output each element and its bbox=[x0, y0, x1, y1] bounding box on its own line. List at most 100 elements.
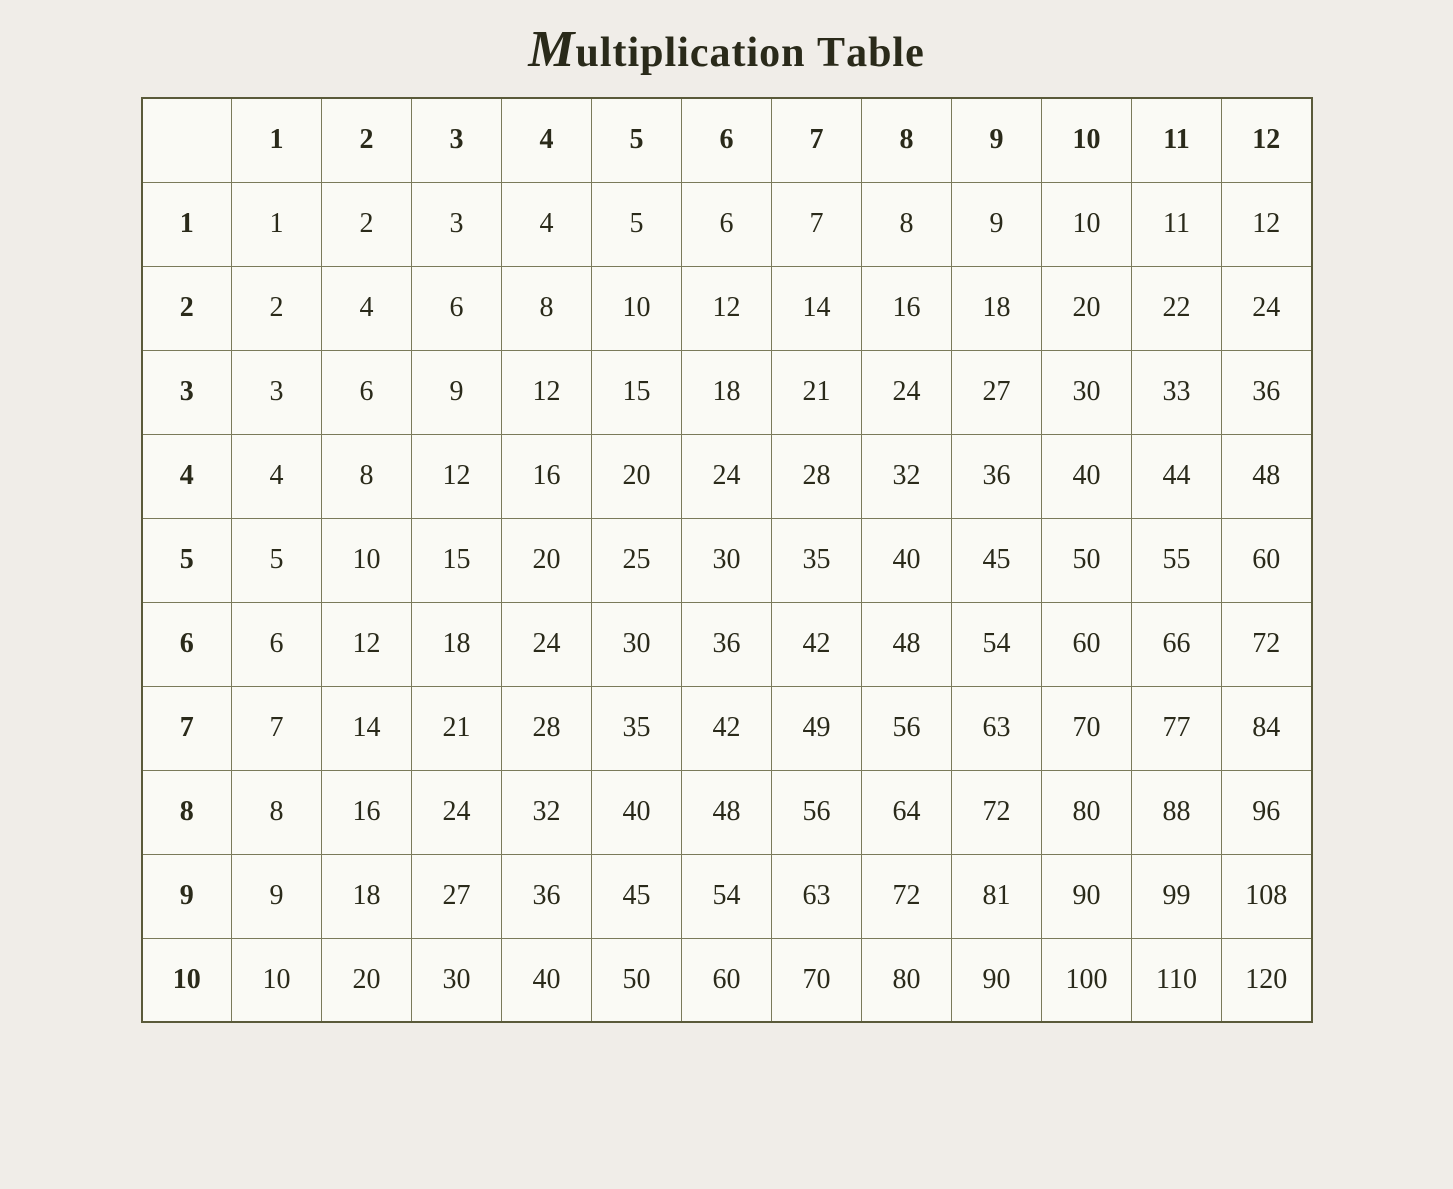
table-cell: 6 bbox=[412, 266, 502, 350]
table-cell: 15 bbox=[412, 518, 502, 602]
table-cell: 15 bbox=[592, 350, 682, 434]
table-cell: 32 bbox=[862, 434, 952, 518]
table-cell: 36 bbox=[502, 854, 592, 938]
table-cell: 4 bbox=[232, 434, 322, 518]
table-cell: 12 bbox=[412, 434, 502, 518]
table-cell: 48 bbox=[682, 770, 772, 854]
corner-cell bbox=[142, 98, 232, 182]
table-cell: 54 bbox=[682, 854, 772, 938]
table-cell: 77 bbox=[1132, 686, 1222, 770]
table-cell: 35 bbox=[772, 518, 862, 602]
col-header-2: 2 bbox=[322, 98, 412, 182]
table-row: 44812162024283236404448 bbox=[142, 434, 1312, 518]
table-cell: 100 bbox=[1042, 938, 1132, 1022]
col-header-12: 12 bbox=[1222, 98, 1312, 182]
table-row: 551015202530354045505560 bbox=[142, 518, 1312, 602]
table-cell: 80 bbox=[1042, 770, 1132, 854]
table-row: 1123456789101112 bbox=[142, 182, 1312, 266]
table-cell: 8 bbox=[232, 770, 322, 854]
col-header-11: 11 bbox=[1132, 98, 1222, 182]
table-cell: 14 bbox=[322, 686, 412, 770]
table-cell: 27 bbox=[412, 854, 502, 938]
table-cell: 108 bbox=[1222, 854, 1312, 938]
table-cell: 56 bbox=[862, 686, 952, 770]
table-cell: 45 bbox=[952, 518, 1042, 602]
col-header-3: 3 bbox=[412, 98, 502, 182]
table-cell: 110 bbox=[1132, 938, 1222, 1022]
row-header-7: 7 bbox=[142, 686, 232, 770]
table-cell: 42 bbox=[682, 686, 772, 770]
table-cell: 45 bbox=[592, 854, 682, 938]
table-cell: 40 bbox=[1042, 434, 1132, 518]
table-cell: 60 bbox=[1042, 602, 1132, 686]
table-cell: 30 bbox=[1042, 350, 1132, 434]
table-cell: 28 bbox=[772, 434, 862, 518]
table-row: 10102030405060708090100110120 bbox=[142, 938, 1312, 1022]
table-cell: 30 bbox=[682, 518, 772, 602]
table-cell: 12 bbox=[322, 602, 412, 686]
row-header-4: 4 bbox=[142, 434, 232, 518]
table-cell: 2 bbox=[322, 182, 412, 266]
table-cell: 63 bbox=[772, 854, 862, 938]
table-cell: 12 bbox=[502, 350, 592, 434]
table-cell: 2 bbox=[232, 266, 322, 350]
table-cell: 120 bbox=[1222, 938, 1312, 1022]
table-cell: 36 bbox=[1222, 350, 1312, 434]
table-cell: 18 bbox=[952, 266, 1042, 350]
table-cell: 90 bbox=[952, 938, 1042, 1022]
table-cell: 8 bbox=[322, 434, 412, 518]
table-cell: 11 bbox=[1132, 182, 1222, 266]
table-cell: 56 bbox=[772, 770, 862, 854]
table-row: 881624324048566472808896 bbox=[142, 770, 1312, 854]
table-cell: 9 bbox=[952, 182, 1042, 266]
table-cell: 10 bbox=[232, 938, 322, 1022]
table-cell: 9 bbox=[412, 350, 502, 434]
table-cell: 48 bbox=[1222, 434, 1312, 518]
table-cell: 81 bbox=[952, 854, 1042, 938]
header-row: 1 2 3 4 5 6 7 8 9 10 11 12 bbox=[142, 98, 1312, 182]
table-cell: 14 bbox=[772, 266, 862, 350]
col-header-6: 6 bbox=[682, 98, 772, 182]
row-header-6: 6 bbox=[142, 602, 232, 686]
table-cell: 30 bbox=[412, 938, 502, 1022]
row-header-2: 2 bbox=[142, 266, 232, 350]
table-cell: 7 bbox=[232, 686, 322, 770]
table-cell: 24 bbox=[1222, 266, 1312, 350]
table-cell: 66 bbox=[1132, 602, 1222, 686]
col-header-8: 8 bbox=[862, 98, 952, 182]
table-cell: 44 bbox=[1132, 434, 1222, 518]
table-cell: 36 bbox=[682, 602, 772, 686]
row-header-10: 10 bbox=[142, 938, 232, 1022]
table-cell: 24 bbox=[862, 350, 952, 434]
table-cell: 21 bbox=[412, 686, 502, 770]
table-cell: 84 bbox=[1222, 686, 1312, 770]
table-cell: 5 bbox=[592, 182, 682, 266]
table-cell: 21 bbox=[772, 350, 862, 434]
table-cell: 1 bbox=[232, 182, 322, 266]
table-cell: 6 bbox=[322, 350, 412, 434]
table-cell: 63 bbox=[952, 686, 1042, 770]
table-cell: 20 bbox=[502, 518, 592, 602]
table-cell: 96 bbox=[1222, 770, 1312, 854]
page-title: Multiplication Table bbox=[528, 20, 924, 79]
table-cell: 20 bbox=[322, 938, 412, 1022]
table-cell: 36 bbox=[952, 434, 1042, 518]
table-cell: 72 bbox=[952, 770, 1042, 854]
table-cell: 6 bbox=[232, 602, 322, 686]
col-header-9: 9 bbox=[952, 98, 1042, 182]
table-cell: 60 bbox=[1222, 518, 1312, 602]
table-cell: 8 bbox=[862, 182, 952, 266]
table-cell: 10 bbox=[592, 266, 682, 350]
table-cell: 72 bbox=[1222, 602, 1312, 686]
table-cell: 54 bbox=[952, 602, 1042, 686]
table-cell: 28 bbox=[502, 686, 592, 770]
table-cell: 20 bbox=[1042, 266, 1132, 350]
row-header-5: 5 bbox=[142, 518, 232, 602]
table-cell: 10 bbox=[322, 518, 412, 602]
table-cell: 60 bbox=[682, 938, 772, 1022]
table-cell: 20 bbox=[592, 434, 682, 518]
table-row: 3369121518212427303336 bbox=[142, 350, 1312, 434]
table-cell: 99 bbox=[1132, 854, 1222, 938]
table-cell: 5 bbox=[232, 518, 322, 602]
table-cell: 40 bbox=[502, 938, 592, 1022]
